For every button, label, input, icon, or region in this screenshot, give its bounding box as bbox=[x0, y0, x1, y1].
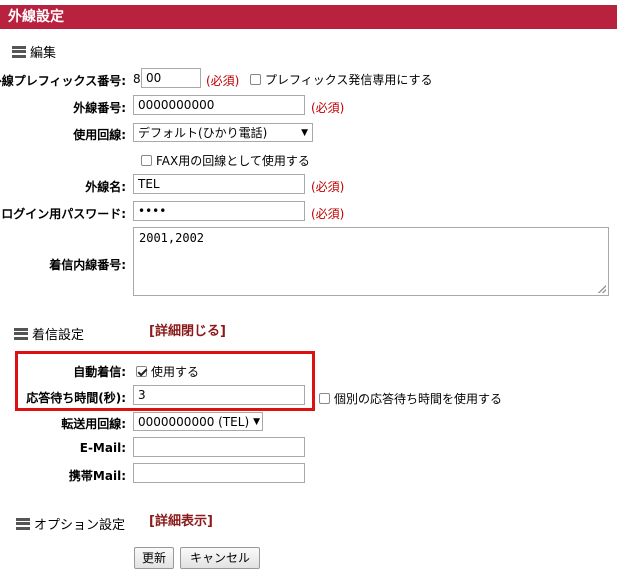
incoming-ext-textarea[interactable]: 2001,2002 bbox=[133, 227, 609, 296]
option-section-heading: オプション設定 bbox=[16, 514, 125, 533]
login-password-label: ログイン用パスワード: bbox=[1, 207, 126, 221]
outside-name-required: (必須) bbox=[311, 180, 345, 194]
outside-number-required: (必須) bbox=[311, 101, 345, 115]
incoming-ext-label: 着信内線番号: bbox=[49, 258, 126, 272]
outside-name-label: 外線名: bbox=[85, 180, 126, 194]
auto-answer-label: 自動着信: bbox=[73, 365, 126, 379]
email-label: E-Mail: bbox=[79, 441, 126, 455]
individual-wait-checkbox[interactable] bbox=[319, 393, 330, 404]
line-label: 使用回線: bbox=[73, 128, 126, 142]
mobile-mail-input[interactable] bbox=[133, 463, 305, 483]
auto-answer-checkbox[interactable] bbox=[136, 366, 147, 377]
prefix-input[interactable]: 00 bbox=[141, 68, 201, 88]
incoming-section-heading: 着信設定 bbox=[14, 324, 84, 343]
answer-wait-label: 応答待ち時間(秒): bbox=[26, 391, 126, 405]
dropdown-arrow-icon: ▼ bbox=[253, 416, 261, 427]
page-title: 外線設定 bbox=[0, 5, 617, 29]
prefix-only-checkbox[interactable] bbox=[250, 74, 261, 85]
cancel-button[interactable]: キャンセル bbox=[180, 547, 260, 569]
line-select[interactable]: デフォルト(ひかり電話) ▼ bbox=[133, 123, 313, 142]
transfer-line-label: 転送用回線: bbox=[61, 417, 126, 431]
incoming-detail-link[interactable]: [詳細閉じる] bbox=[149, 320, 226, 339]
list-icon bbox=[16, 517, 30, 530]
prefix-lead-digit: 8 bbox=[133, 72, 141, 86]
outside-number-input[interactable]: 0000000000 bbox=[133, 95, 305, 115]
list-icon bbox=[14, 327, 28, 340]
outside-number-label: 外線番号: bbox=[73, 101, 126, 115]
login-password-input[interactable]: •••• bbox=[133, 201, 305, 221]
auto-answer-checkbox-row[interactable]: 使用する bbox=[136, 363, 199, 380]
prefix-only-checkbox-row[interactable]: プレフィックス発信専用にする bbox=[250, 71, 433, 88]
dropdown-arrow-icon: ▼ bbox=[301, 127, 308, 138]
prefix-required: (必須) bbox=[206, 74, 240, 88]
individual-wait-checkbox-row[interactable]: 個別の応答待ち時間を使用する bbox=[319, 390, 502, 407]
option-detail-link[interactable]: [詳細表示] bbox=[149, 510, 213, 529]
outside-name-input[interactable]: TEL bbox=[133, 174, 305, 194]
answer-wait-input[interactable]: 3 bbox=[133, 385, 305, 405]
email-input[interactable] bbox=[133, 437, 305, 457]
prefix-label: 外線プレフィックス番号: bbox=[0, 74, 126, 88]
mobile-mail-label: 携帯Mail: bbox=[68, 469, 126, 483]
login-password-required: (必須) bbox=[311, 207, 345, 221]
fax-checkbox[interactable] bbox=[141, 155, 152, 166]
resize-grip-icon[interactable] bbox=[598, 285, 606, 293]
fax-checkbox-row[interactable]: FAX用の回線として使用する bbox=[141, 152, 310, 169]
update-button[interactable]: 更新 bbox=[134, 547, 174, 569]
edit-section-heading: 編集 bbox=[12, 42, 56, 61]
list-icon bbox=[12, 45, 26, 58]
transfer-line-select[interactable]: 0000000000 (TEL) ▼ bbox=[133, 412, 263, 431]
